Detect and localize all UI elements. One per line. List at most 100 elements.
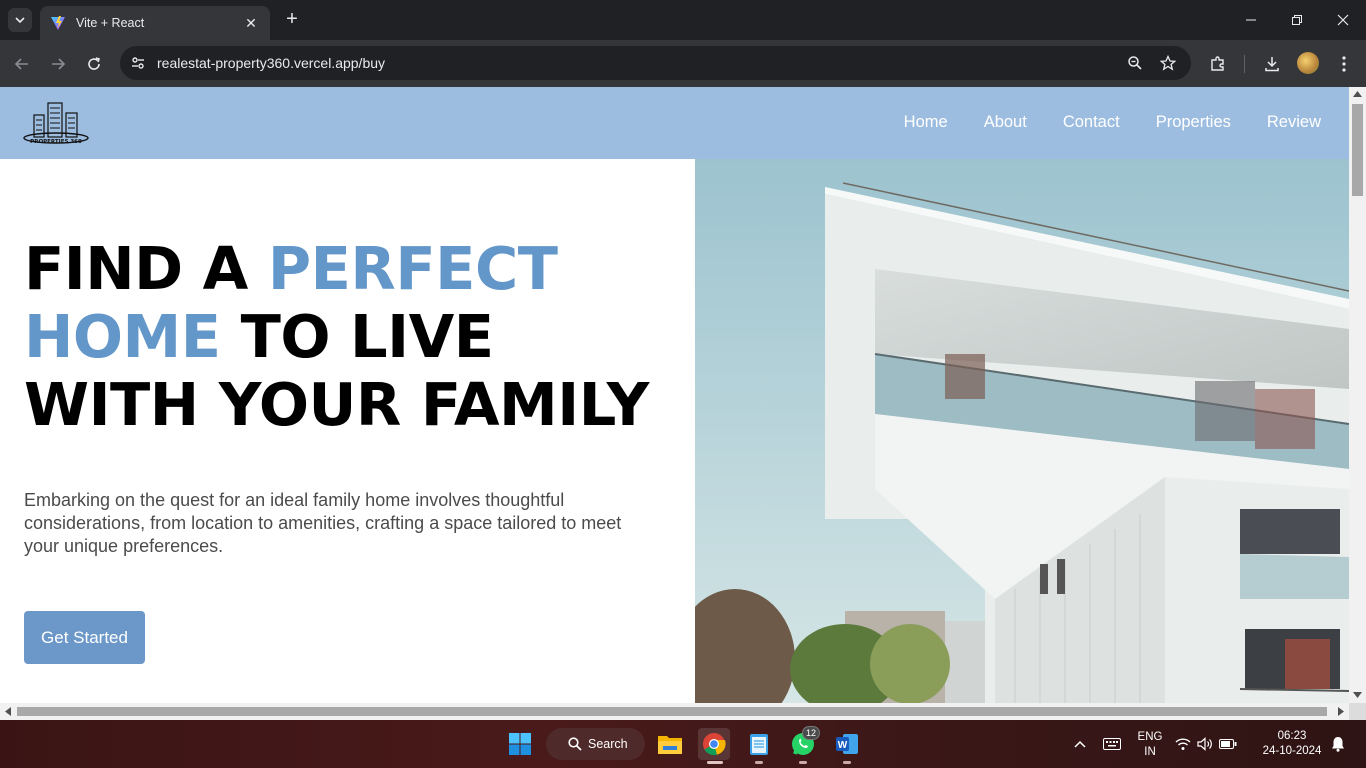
arrow-left-icon [14,58,28,70]
zoom-button[interactable] [1125,53,1145,73]
scrollbar-corner [1349,703,1366,720]
minimize-button[interactable] [1228,0,1274,40]
chrome-active-indicator [707,761,723,764]
chevron-up-icon [1074,740,1086,748]
reload-button[interactable] [82,52,106,76]
bookmark-button[interactable] [1158,53,1178,73]
nav-about[interactable]: About [984,113,1027,132]
word-running-indicator [843,761,851,764]
whatsapp-button[interactable]: 12 [787,726,821,760]
tab-title: Vite + React [76,16,145,30]
restore-icon [1292,15,1302,25]
vite-logo-icon [51,16,65,30]
notifications-button[interactable] [1322,728,1354,760]
headline-highlight-perfect: PERFECT [267,234,558,303]
headline-highlight-home: HOME [24,302,221,371]
keyboard-icon [1103,738,1121,750]
notepad-icon [750,734,768,755]
scroll-right-icon[interactable] [1338,707,1344,716]
clock[interactable]: 06:23 24-10-2024 [1254,729,1330,759]
get-started-button[interactable]: Get Started [24,611,145,664]
main-nav: Home About Contact Properties Review [904,113,1321,132]
extensions-button[interactable] [1206,52,1230,76]
browser-toolbar: realestat-property360.vercel.app/buy [0,40,1366,87]
search-icon [568,737,582,751]
profile-avatar[interactable] [1297,52,1319,74]
chevron-down-icon [15,17,25,24]
show-hidden-icons-button[interactable] [1064,728,1096,760]
whatsapp-badge: 12 [802,726,821,740]
logo-text: PROPERTIES 360 [30,139,82,145]
quick-settings-button[interactable] [1172,728,1240,760]
hero-headline-block: FIND A PERFECT HOME TO LIVE WITH YOUR FAM… [24,235,684,439]
region-code: IN [1144,746,1156,758]
clock-date: 24-10-2024 [1262,745,1322,757]
site-info-button[interactable] [126,51,150,75]
language-indicator[interactable]: ENG IN [1134,730,1166,760]
minimize-icon [1246,19,1256,21]
puzzle-icon [1211,56,1224,71]
nav-properties[interactable]: Properties [1156,113,1231,132]
scroll-down-icon[interactable] [1353,692,1362,698]
download-icon [1265,57,1279,72]
windows-logo-icon [509,733,531,755]
language-code: ENG [1137,731,1163,743]
hero-description: Embarking on the quest for an ideal fami… [24,490,622,556]
new-tab-button[interactable]: + [282,9,302,29]
battery-icon [1219,739,1237,749]
hero-building-image [695,159,1349,703]
bell-icon [1332,737,1344,752]
chrome-icon [703,733,726,756]
hero-headline: FIND A PERFECT HOME TO LIVE WITH YOUR FAM… [24,235,684,439]
folder-icon [658,736,682,754]
browser-menu-button[interactable] [1332,52,1356,76]
forward-button[interactable] [46,52,70,76]
tab-search-button[interactable] [8,8,32,32]
word-button[interactable]: W [831,728,863,760]
search-label: Search [588,737,628,751]
notepad-running-indicator [755,761,763,764]
horizontal-scroll-thumb[interactable] [17,707,1327,716]
svg-text:W: W [838,740,848,751]
nav-contact[interactable]: Contact [1063,113,1120,132]
windows-taskbar: Search 12 W ENG IN 06:23 24-10-2024 [0,720,1366,768]
window-controls [1228,0,1366,40]
headline-part1: FIND A [24,234,268,303]
more-vert-icon [1342,56,1346,72]
back-button[interactable] [10,52,34,76]
reload-icon [88,57,101,70]
scroll-up-icon[interactable] [1353,91,1362,97]
vertical-scroll-thumb[interactable] [1352,104,1363,196]
properties360-logo[interactable]: PROPERTIES 360 [22,101,92,145]
nav-review[interactable]: Review [1267,113,1321,132]
arrow-right-icon [52,58,66,70]
start-button[interactable] [504,728,536,760]
whatsapp-running-indicator [799,761,807,764]
page-viewport: PROPERTIES 360 Home About Contact Proper… [0,87,1349,703]
tune-icon [132,57,144,69]
star-icon [1160,55,1176,71]
close-window-button[interactable] [1320,0,1366,40]
tab-strip: Vite + React ✕ + [0,0,1366,40]
chrome-button[interactable] [698,728,730,760]
notepad-button[interactable] [743,728,775,760]
toolbar-divider [1244,55,1245,73]
taskbar-search[interactable]: Search [546,728,645,760]
file-explorer-button[interactable] [654,728,686,760]
close-icon [1337,14,1349,26]
word-icon: W [836,734,858,754]
wifi-icon [1175,738,1191,750]
downloads-button[interactable] [1260,52,1284,76]
restore-button[interactable] [1274,0,1320,40]
browser-tab-active[interactable]: Vite + React ✕ [40,6,270,40]
clock-time: 06:23 [1277,730,1307,742]
nav-home[interactable]: Home [904,113,948,132]
close-tab-icon[interactable]: ✕ [242,15,260,32]
keyboard-button[interactable] [1096,728,1128,760]
volume-icon [1197,737,1212,751]
address-bar[interactable]: realestat-property360.vercel.app/buy [120,46,1191,80]
zoom-icon [1128,56,1142,70]
url-text[interactable]: realestat-property360.vercel.app/buy [157,55,385,71]
site-header: PROPERTIES 360 Home About Contact Proper… [0,87,1349,159]
scroll-left-icon[interactable] [5,707,11,716]
